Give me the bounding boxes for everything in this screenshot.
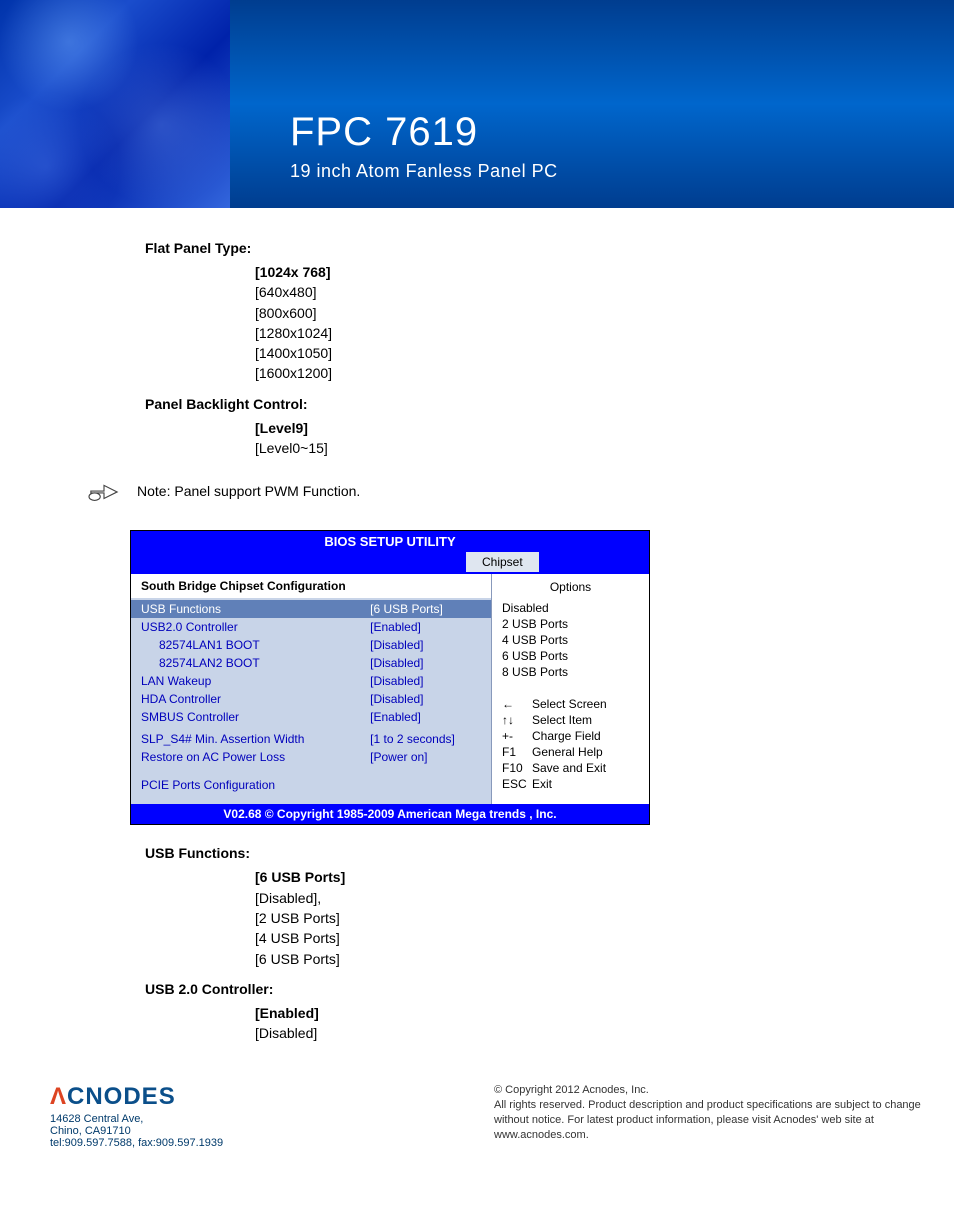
- flat-panel-label: Flat Panel Type:: [145, 240, 800, 256]
- bios-subtitle: South Bridge Chipset Configuration: [131, 574, 491, 598]
- bios-option: 8 USB Ports: [500, 664, 641, 680]
- bios-right-pane: Options Disabled 2 USB Ports 4 USB Ports…: [491, 574, 649, 804]
- bios-row: LAN Wakeup[Disabled]: [131, 672, 491, 690]
- bios-screenshot: BIOS SETUP UTILITY Chipset South Bridge …: [130, 530, 650, 825]
- bios-footer: V02.68 © Copyright 1985-2009 American Me…: [131, 804, 649, 824]
- product-title: FPC 7619: [290, 110, 954, 155]
- option-item: [Disabled],: [255, 888, 800, 908]
- backlight-label: Panel Backlight Control:: [145, 396, 800, 412]
- usb-controller-options: [Enabled] [Disabled]: [255, 1003, 800, 1044]
- bios-title: BIOS SETUP UTILITY: [131, 531, 649, 552]
- acnodes-logo: ΛCNODES: [50, 1083, 223, 1111]
- content-area: Flat Panel Type: [1024x 768] [640x480] […: [0, 208, 800, 1043]
- bios-row: 82574LAN1 BOOT[Disabled]: [131, 636, 491, 654]
- product-subtitle: 19 inch Atom Fanless Panel PC: [290, 161, 954, 182]
- bios-option: 4 USB Ports: [500, 632, 641, 648]
- note-row: Note: Panel support PWM Function.: [85, 476, 800, 506]
- footer-copyright: © Copyright 2012 Acnodes, Inc. All right…: [494, 1083, 924, 1149]
- option-item: [Disabled]: [255, 1023, 800, 1043]
- option-item: [6 USB Ports]: [255, 949, 800, 969]
- bios-pcie-link: PCIE Ports Configuration: [131, 774, 491, 794]
- footer-address-line: tel:909.597.7588, fax:909.597.1939: [50, 1137, 223, 1149]
- logo-caret-icon: Λ: [50, 1083, 67, 1110]
- option-item: [1600x1200]: [255, 363, 800, 383]
- backlight-options: [Level9] [Level0~15]: [255, 418, 800, 459]
- page-footer: ΛCNODES 14628 Central Ave, Chino, CA9171…: [0, 1063, 954, 1169]
- bios-options-title: Options: [500, 578, 641, 600]
- usb-functions-options: [6 USB Ports] [Disabled], [2 USB Ports] …: [255, 867, 800, 968]
- bios-nav-help: ←Select Screen ↑↓Select Item +-Charge Fi…: [500, 696, 641, 792]
- pointing-hand-icon: [85, 476, 123, 506]
- option-item: [1400x1050]: [255, 343, 800, 363]
- footer-address-line: Chino, CA91710: [50, 1125, 223, 1137]
- bios-option: 6 USB Ports: [500, 648, 641, 664]
- flat-panel-options: [1024x 768] [640x480] [800x600] [1280x10…: [255, 262, 800, 384]
- option-item: [2 USB Ports]: [255, 908, 800, 928]
- copyright-line: © Copyright 2012 Acnodes, Inc.: [494, 1083, 924, 1098]
- bios-row: USB2.0 Controller[Enabled]: [131, 618, 491, 636]
- bios-row: SMBUS Controller[Enabled]: [131, 708, 491, 726]
- usb-controller-label: USB 2.0 Controller:: [145, 981, 800, 997]
- usb-functions-label: USB Functions:: [145, 845, 800, 861]
- bios-row: Restore on AC Power Loss[Power on]: [131, 748, 491, 766]
- banner-text: FPC 7619 19 inch Atom Fanless Panel PC: [230, 0, 954, 208]
- option-item: [Level9]: [255, 418, 800, 438]
- bios-row: USB Functions[6 USB Ports]: [131, 600, 491, 618]
- bios-left-pane: South Bridge Chipset Configuration USB F…: [131, 574, 491, 804]
- bios-row: 82574LAN2 BOOT[Disabled]: [131, 654, 491, 672]
- option-item: [4 USB Ports]: [255, 928, 800, 948]
- note-text: Note: Panel support PWM Function.: [137, 483, 360, 499]
- option-item: [1024x 768]: [255, 262, 800, 282]
- footer-address-line: 14628 Central Ave,: [50, 1113, 223, 1125]
- option-item: [Level0~15]: [255, 438, 800, 458]
- bios-tab-row: Chipset: [131, 552, 649, 574]
- option-item: [640x480]: [255, 282, 800, 302]
- bios-option: 2 USB Ports: [500, 616, 641, 632]
- bios-row: HDA Controller[Disabled]: [131, 690, 491, 708]
- footer-company: ΛCNODES 14628 Central Ave, Chino, CA9171…: [50, 1083, 223, 1149]
- bios-settings-list: USB Functions[6 USB Ports] USB2.0 Contro…: [131, 598, 491, 774]
- option-item: [1280x1024]: [255, 323, 800, 343]
- bios-tab-chipset: Chipset: [466, 552, 539, 572]
- option-item: [Enabled]: [255, 1003, 800, 1023]
- bios-row: SLP_S4# Min. Assertion Width[1 to 2 seco…: [131, 730, 491, 748]
- banner-pcb-image: [0, 0, 230, 208]
- copyright-text: All rights reserved. Product description…: [494, 1098, 924, 1143]
- bios-option: Disabled: [500, 600, 641, 616]
- option-item: [800x600]: [255, 303, 800, 323]
- option-item: [6 USB Ports]: [255, 867, 800, 887]
- header-banner: FPC 7619 19 inch Atom Fanless Panel PC: [0, 0, 954, 208]
